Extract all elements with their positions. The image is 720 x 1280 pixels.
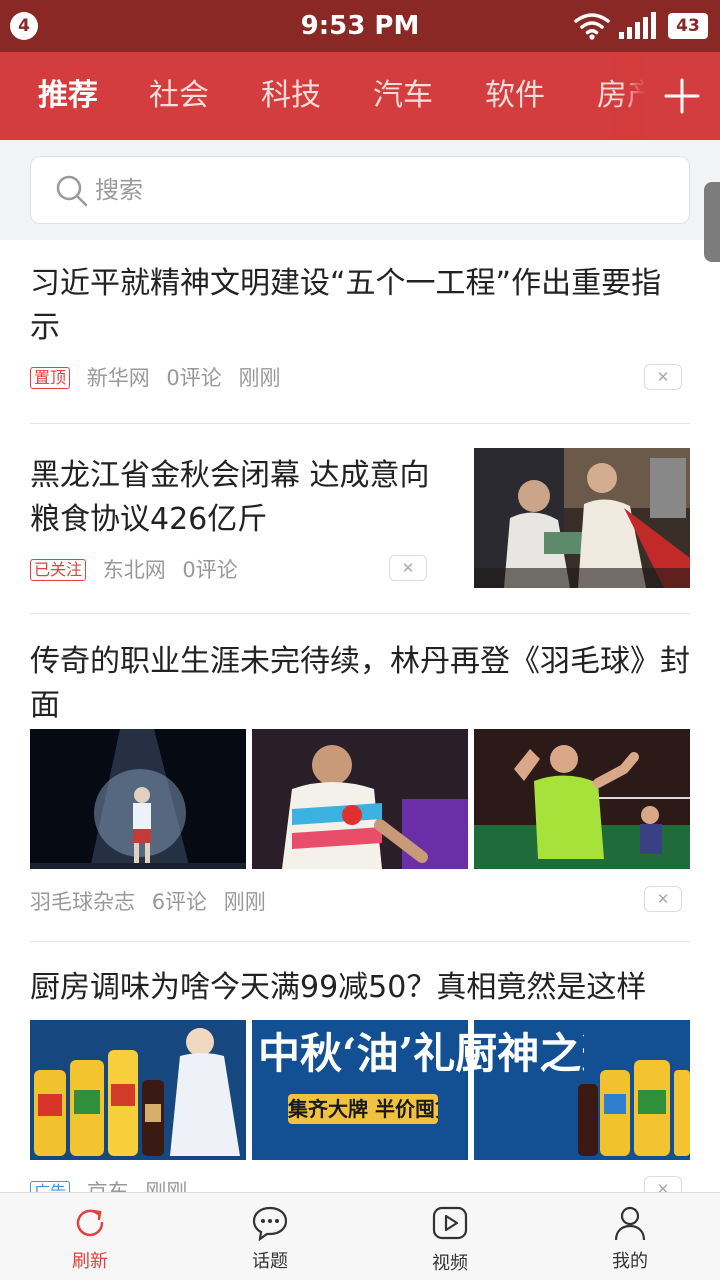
divider: [30, 941, 690, 942]
ad-banner-subline: 集齐大牌 半价囤货: [288, 1097, 438, 1121]
article-title: 黑龙江省金秋会闭幕 达成意向粮食协议426亿斤: [30, 458, 430, 537]
search-placeholder: 搜索: [95, 176, 143, 204]
nav-refresh[interactable]: 刷新: [30, 1193, 150, 1280]
divider: [30, 423, 690, 424]
article-image[interactable]: [252, 729, 468, 869]
category-tab-bar: 推荐 社会 科技 汽车 软件 房产: [0, 52, 720, 140]
status-clock: 9:53 PM: [300, 11, 420, 41]
signal-icon: [619, 12, 656, 39]
video-play-icon: [432, 1206, 468, 1240]
plus-icon: [664, 78, 700, 114]
tab-software[interactable]: 软件: [485, 52, 545, 140]
nav-topics[interactable]: 话题: [210, 1193, 330, 1280]
status-bar: 4 9:53 PM 43: [0, 0, 720, 52]
followed-tag: 已关注: [30, 559, 87, 581]
article-thumbnail[interactable]: [474, 448, 690, 588]
article-source: 羽毛球杂志: [30, 890, 135, 914]
search-input[interactable]: 搜索: [30, 156, 690, 224]
article-time: 刚刚: [223, 890, 266, 914]
tab-auto[interactable]: 汽车: [373, 52, 433, 140]
search-area: 搜索: [0, 140, 720, 240]
article-title: 习近平就精神文明建设“五个一工程”作出重要指示: [30, 266, 662, 345]
article-image[interactable]: [474, 729, 690, 869]
tab-society[interactable]: 社会: [149, 52, 209, 140]
battery-indicator: 43: [668, 13, 708, 39]
article-title: 传奇的职业生涯未完待续，林丹再登《羽毛球》封面: [30, 644, 690, 723]
add-channel-button[interactable]: [644, 52, 720, 140]
article-image[interactable]: [30, 729, 246, 869]
ad-banner-headline: 中秋‘油’礼厨神之选: [258, 1029, 584, 1078]
dismiss-button[interactable]: ✕: [389, 555, 427, 581]
tab-tech[interactable]: 科技: [261, 52, 321, 140]
divider: [30, 613, 690, 614]
article-meta: 羽毛球杂志 6评论 刚刚: [30, 886, 276, 916]
nav-label: 视频: [432, 1253, 468, 1274]
nav-label: 刷新: [72, 1251, 108, 1272]
article-time: 刚刚: [238, 366, 281, 390]
search-icon: [56, 175, 88, 207]
user-icon: [614, 1206, 646, 1241]
nav-label: 话题: [252, 1251, 288, 1272]
article-comments: 6评论: [151, 890, 208, 914]
article-title: 厨房调味为啥今天满99减50？真相竟然是这样: [30, 970, 647, 1005]
ad-image[interactable]: [30, 1020, 246, 1160]
article-source: 东北网: [102, 558, 166, 582]
dismiss-button[interactable]: ✕: [644, 364, 682, 390]
dismiss-button[interactable]: ✕: [644, 886, 682, 912]
tab-recommend[interactable]: 推荐: [38, 52, 98, 140]
nav-video[interactable]: 视频: [390, 1193, 510, 1280]
bottom-navigation: 刷新 话题 视频 我的: [0, 1192, 720, 1280]
nav-profile[interactable]: 我的: [570, 1193, 690, 1280]
article-comments: 0评论: [182, 558, 238, 582]
chat-bubble-icon: [252, 1206, 288, 1241]
article-source: 新华网: [86, 366, 150, 390]
news-item[interactable]: 习近平就精神文明建设“五个一工程”作出重要指示 置顶 新华网 0评论 刚刚 ✕: [30, 262, 690, 422]
pinned-tag: 置顶: [30, 367, 71, 389]
article-meta: 置顶 新华网 0评论 刚刚: [30, 362, 290, 392]
refresh-icon: [76, 1209, 104, 1237]
wifi-icon: [574, 13, 610, 40]
side-drawer-handle[interactable]: [704, 182, 720, 262]
nav-label: 我的: [612, 1251, 648, 1272]
news-item[interactable]: 传奇的职业生涯未完待续，林丹再登《羽毛球》封面: [30, 640, 690, 723]
article-comments: 0评论: [166, 366, 222, 390]
article-meta: 已关注 东北网 0评论: [30, 554, 248, 584]
ad-item[interactable]: 厨房调味为啥今天满99减50？真相竟然是这样: [30, 966, 690, 1016]
